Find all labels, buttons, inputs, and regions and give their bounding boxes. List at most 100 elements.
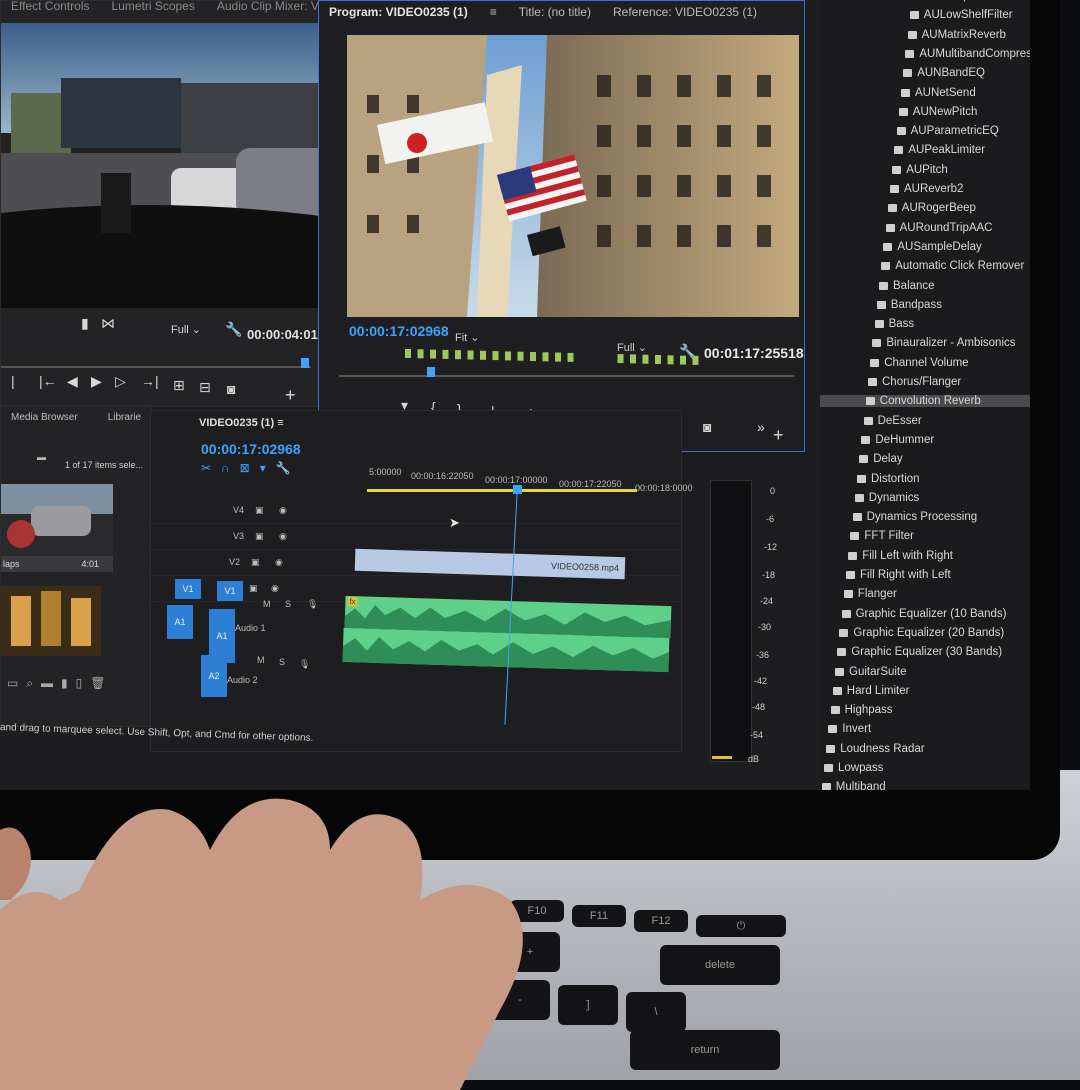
source-step-fwd-icon[interactable]: ▷ [115,373,126,390]
source-goto-in-icon[interactable]: |← [39,373,57,389]
source-goto-out-icon[interactable]: →| [141,373,159,389]
program-export-frame-icon[interactable]: ◙ [703,419,711,435]
source-play-icon[interactable]: ▶ [91,373,102,390]
effect-item[interactable]: Graphic Equalizer (20 Bands) [839,627,1004,639]
effect-item[interactable]: FFT Filter [850,530,914,542]
marker[interactable] [405,349,411,358]
marker[interactable] [667,355,674,365]
effect-item[interactable]: AUMultibandCompressor [905,48,1030,60]
mute-a2-button[interactable]: M [257,655,265,665]
effect-item[interactable]: Bandpass [876,299,942,311]
program-fit-select[interactable]: Fit ⌄ [455,331,480,344]
effect-item[interactable]: AUMatrixReverb [907,29,1006,41]
marker[interactable] [555,352,561,362]
marker[interactable] [480,350,486,360]
effect-item[interactable]: Convolution Reverb [820,395,1030,408]
effect-item[interactable]: AULowShelfFilter [909,9,1013,21]
mic-icon[interactable]: 🎙 [299,659,310,670]
marker[interactable] [655,355,661,364]
tab-lumetri-scopes[interactable]: Lumetri Scopes [111,0,194,13]
program-current-timecode[interactable]: 00:00:17:02968 [349,323,449,339]
effect-item[interactable]: Dynamics [854,492,919,504]
eye-icon[interactable]: ◉ [275,557,283,568]
effect-item[interactable]: AUNetSend [901,87,976,99]
effect-item[interactable]: Highpass [830,704,893,716]
effect-item[interactable]: Fill Right with Left [846,569,951,581]
effect-item[interactable]: AUParametricEQ [896,125,999,137]
project-thumb-2[interactable] [1,586,101,656]
film-icon[interactable]: ▣ [249,583,258,594]
effect-item[interactable]: Loudness Radar [826,743,925,755]
eye-icon[interactable]: ◉ [279,531,287,542]
timeline-playhead-handle[interactable] [513,485,522,494]
mic-icon[interactable]: 🎙 [307,599,318,610]
wrench-icon[interactable]: 🔧 [225,321,242,338]
effect-item[interactable]: Channel Volume [870,357,969,369]
effect-item[interactable]: Chorus/Flanger [868,376,961,388]
project-thumb-1[interactable]: laps 4:01 [1,484,113,572]
effect-item[interactable]: Distortion [857,473,920,485]
marker[interactable] [517,351,524,361]
sequence-tab[interactable]: VIDEO0235 (1) ≡ [199,417,284,429]
marker[interactable] [467,350,474,360]
eye-icon[interactable]: ◉ [271,583,279,594]
effect-item[interactable]: Dynamics Processing [852,511,977,523]
track-target-a2[interactable]: A2 [201,655,227,697]
program-scrub-bar[interactable] [339,375,794,377]
marker[interactable] [680,355,686,365]
marker[interactable] [442,349,449,359]
source-zoom-select[interactable]: Full ⌄ [171,323,201,336]
marker[interactable] [492,351,499,361]
effect-item[interactable]: AURoundTripAAC [885,222,992,234]
effect-item[interactable]: Graphic Equalizer (30 Bands) [837,646,1002,658]
source-step-back-icon[interactable]: ◀ [67,373,78,390]
source-trim-icon[interactable]: ⋈ [101,315,115,332]
marker[interactable] [692,355,699,365]
effect-item[interactable]: Lowpass [824,762,883,774]
effect-item[interactable]: AUReverb2 [890,183,963,195]
effect-item[interactable]: Bass [874,318,914,330]
film-icon[interactable]: ▣ [255,505,264,516]
track-target-v1[interactable]: V1 [217,581,243,601]
eye-icon[interactable]: ◉ [279,505,287,516]
solo-a2-button[interactable]: S [279,657,285,667]
source-overwrite-icon[interactable]: ⊟ [199,379,211,396]
program-more-icon[interactable]: » [757,419,765,435]
marker[interactable] [542,352,549,362]
source-playhead[interactable] [301,358,309,368]
tab-title[interactable]: Title: (no title) [519,5,591,19]
marker[interactable] [505,351,511,361]
effect-item[interactable]: AUSampleDelay [883,241,982,253]
effect-item[interactable]: DeEsser [863,415,922,427]
marker[interactable] [617,354,624,364]
effect-item[interactable]: GuitarSuite [835,666,907,678]
effect-item[interactable]: AUPeakLimiter [894,144,985,156]
source-add-button[interactable]: + [285,385,296,406]
project-footer-icons[interactable]: ▭⌕▬▮▯🗑 [7,676,114,691]
menu-icon[interactable]: ≡ [490,5,497,19]
effect-item[interactable]: AURogerBeep [887,202,976,214]
program-add-button[interactable]: + [773,425,784,446]
folder-icon[interactable]: ▬ [37,452,46,462]
timeline-toolbar-icons[interactable]: ✂∩⊠▾🔧 [201,461,301,475]
effect-item[interactable]: DeHummer [861,434,934,446]
solo-a1-button[interactable]: S [285,599,291,609]
effect-item[interactable]: Hard Limiter [832,685,909,697]
tab-effect-controls[interactable]: Effect Controls [11,0,89,13]
source-patch-a1[interactable]: A1 [167,605,193,639]
source-marker-icon[interactable]: ▮ [81,315,89,332]
effect-item[interactable]: Automatic Click Remover [881,260,1024,272]
source-mark-in-icon[interactable]: | [11,373,15,389]
marker[interactable] [417,349,424,359]
effect-item[interactable]: Flanger [843,588,897,600]
marker[interactable] [455,350,461,360]
effect-item[interactable]: Fill Left with Right [848,550,953,562]
effect-item[interactable]: AUNBandEQ [903,67,985,79]
effect-item[interactable]: Balance [879,280,935,292]
mute-a1-button[interactable]: M [263,599,271,609]
effect-item[interactable]: Invert [828,723,871,735]
effect-item[interactable]: Multiband [821,781,886,790]
source-export-frame-icon[interactable]: ◙ [227,381,235,397]
effect-item[interactable]: AUNewPitch [898,106,977,118]
timeline-ruler[interactable]: 5:00000 00:00:16:22050 00:00:17:00000 00… [361,467,693,493]
